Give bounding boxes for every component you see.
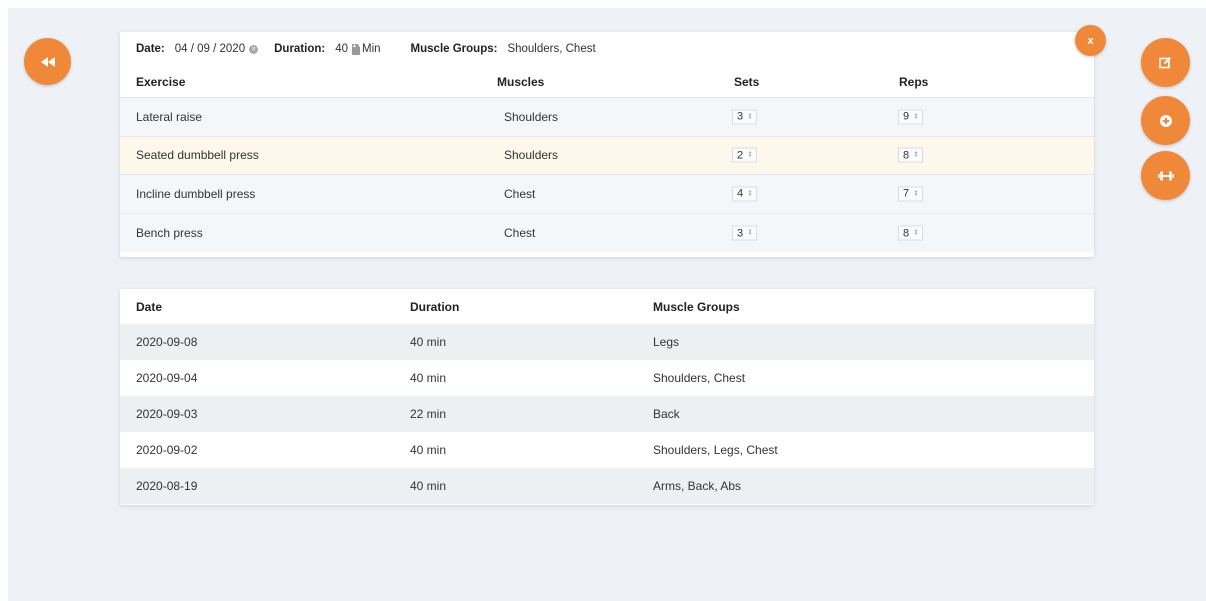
history-duration: 40 min	[410, 479, 447, 493]
exercise-muscles: Shoulders	[504, 148, 559, 163]
col-date: Date	[136, 299, 163, 314]
reps-value: 8	[903, 149, 910, 162]
reps-input[interactable]: 9 ⇕	[898, 109, 923, 125]
col-duration: Duration	[410, 299, 460, 314]
stepper-icon[interactable]: ⇕	[913, 230, 919, 237]
exercise-row[interactable]: Lateral raise Shoulders 3 ⇕ 9 ⇕	[120, 98, 1094, 137]
col-exercise: Exercise	[136, 74, 186, 89]
workout-detail-card: Date: 04 / 09 / 2020 × Duration: 40 ▲▼ M…	[120, 32, 1094, 257]
muscle-groups-field: Muscle Groups: Shoulders, Chest	[411, 43, 596, 55]
stepper-icon[interactable]: ⇕	[747, 113, 753, 120]
history-date: 2020-08-19	[136, 479, 198, 493]
col-muscle-groups: Muscle Groups	[653, 299, 740, 314]
sets-input[interactable]: 3 ⇕	[732, 225, 757, 241]
reps-input[interactable]: 8 ⇕	[898, 147, 923, 163]
reps-value: 7	[903, 187, 910, 200]
date-value: 04 / 09 / 2020	[174, 43, 246, 55]
exercise-name: Incline dumbbell press	[136, 186, 256, 201]
history-muscle-groups: Legs	[653, 335, 680, 349]
edit-button[interactable]	[1141, 38, 1190, 87]
reps-value: 9	[903, 110, 910, 123]
muscle-groups-value: Shoulders, Chest	[507, 43, 596, 55]
duration-label: Duration:	[274, 43, 326, 55]
back-button[interactable]	[24, 38, 71, 85]
history-muscle-groups: Back	[653, 407, 680, 421]
history-row[interactable]: 2020-08-19 40 min Arms, Back, Abs	[120, 468, 1094, 504]
workout-history-card: Date Duration Muscle Groups 2020-09-08 4…	[120, 289, 1094, 505]
col-muscles: Muscles	[497, 74, 545, 89]
reps-input[interactable]: 8 ⇕	[898, 225, 923, 241]
history-duration: 40 min	[410, 443, 447, 457]
exercise-name: Lateral raise	[136, 109, 203, 124]
plus-circle-icon	[1159, 114, 1172, 127]
dumbbell-icon	[1157, 171, 1174, 180]
history-date: 2020-09-08	[136, 335, 198, 349]
date-label: Date:	[136, 43, 165, 55]
exercise-name: Seated dumbbell press	[136, 148, 259, 163]
history-row[interactable]: 2020-09-08 40 min Legs	[120, 324, 1094, 360]
exercise-row[interactable]: Bench press Chest 3 ⇕ 8 ⇕	[120, 213, 1094, 253]
rewind-icon	[40, 56, 55, 67]
history-table-header: Date Duration Muscle Groups	[120, 289, 1094, 324]
sets-value: 2	[737, 149, 744, 162]
exercise-muscles: Chest	[504, 226, 536, 241]
history-muscle-groups: Arms, Back, Abs	[653, 479, 742, 493]
sets-value: 4	[737, 187, 744, 200]
stepper-icon[interactable]: ⇕	[913, 190, 919, 197]
history-duration: 40 min	[410, 371, 447, 385]
duration-value: 40	[335, 43, 349, 55]
history-date: 2020-09-03	[136, 407, 198, 421]
clear-date-icon[interactable]: ×	[249, 44, 259, 54]
stepper-icon[interactable]: ⇕	[747, 152, 753, 159]
close-icon: x	[1087, 34, 1094, 47]
exercise-name: Bench press	[136, 226, 203, 241]
exercise-table-header: Exercise Muscles Sets Reps	[120, 66, 1094, 98]
date-input[interactable]: 04 / 09 / 2020 ×	[174, 43, 259, 55]
history-row[interactable]: 2020-09-03 22 min Back	[120, 396, 1094, 432]
history-muscle-groups: Shoulders, Chest	[653, 371, 746, 385]
exercise-muscles: Shoulders	[504, 109, 559, 124]
exercise-row[interactable]: Incline dumbbell press Chest 4 ⇕ 7 ⇕	[120, 175, 1094, 214]
sets-value: 3	[737, 110, 744, 123]
exercise-row-selected[interactable]: Seated dumbbell press Shoulders 2 ⇕ 8 ⇕	[120, 136, 1094, 176]
history-muscle-groups: Shoulders, Legs, Chest	[653, 443, 778, 457]
history-row[interactable]: 2020-09-02 40 min Shoulders, Legs, Chest	[120, 432, 1094, 468]
workout-meta-row: Date: 04 / 09 / 2020 × Duration: 40 ▲▼ M…	[120, 32, 1094, 66]
workout-button[interactable]	[1141, 151, 1190, 200]
muscle-groups-label: Muscle Groups:	[410, 43, 498, 55]
sets-input[interactable]: 2 ⇕	[732, 147, 757, 163]
stepper-icon[interactable]: ⇕	[913, 152, 919, 159]
stepper-icon[interactable]: ⇕	[747, 190, 753, 197]
stepper-icon[interactable]: ⇕	[747, 230, 753, 237]
edit-icon	[1159, 57, 1171, 69]
exercise-muscles: Chest	[504, 186, 536, 201]
sets-value: 3	[737, 227, 744, 240]
history-date: 2020-09-02	[136, 443, 198, 457]
reps-value: 8	[903, 227, 910, 240]
close-button[interactable]: x	[1075, 25, 1106, 56]
col-reps: Reps	[899, 74, 929, 89]
stepper-icon[interactable]: ⇕	[913, 113, 919, 120]
history-duration: 40 min	[410, 335, 447, 349]
col-sets: Sets	[734, 74, 760, 89]
duration-input[interactable]: 40 ▲▼ Min	[335, 43, 380, 55]
duration-stepper-icon[interactable]: ▲▼	[352, 43, 362, 55]
history-row[interactable]: 2020-09-04 40 min Shoulders, Chest	[120, 360, 1094, 396]
add-button[interactable]	[1141, 96, 1190, 145]
reps-input[interactable]: 7 ⇕	[898, 186, 923, 202]
duration-unit: Min	[362, 43, 381, 55]
history-duration: 22 min	[410, 407, 447, 421]
sets-input[interactable]: 3 ⇕	[732, 109, 757, 125]
history-date: 2020-09-04	[136, 371, 198, 385]
sets-input[interactable]: 4 ⇕	[732, 186, 757, 202]
